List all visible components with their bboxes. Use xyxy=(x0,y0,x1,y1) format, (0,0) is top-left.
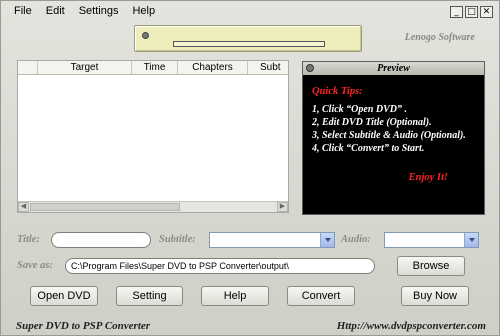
browse-button[interactable]: Browse xyxy=(397,256,465,276)
footer-app-name: Super DVD to PSP Converter xyxy=(16,320,151,332)
column-header-subtitle[interactable]: Subt xyxy=(248,61,288,74)
menu-file[interactable]: File xyxy=(9,5,41,17)
menu-edit[interactable]: Edit xyxy=(41,5,74,17)
column-header-chapters[interactable]: Chapters xyxy=(178,61,248,74)
title-input[interactable] xyxy=(51,232,151,248)
title-label: Title: xyxy=(17,234,40,245)
minimize-button[interactable]: _ xyxy=(450,6,463,18)
preview-title: Preview xyxy=(377,63,410,74)
subtitle-select[interactable] xyxy=(209,232,335,248)
help-button[interactable]: Help xyxy=(201,286,269,306)
column-header-select[interactable] xyxy=(18,61,38,74)
tip-item: 4, Click “Convert” to Start. xyxy=(312,143,425,154)
audio-select[interactable] xyxy=(384,232,479,248)
tips-title: Quick Tips: xyxy=(312,86,363,97)
menu-settings[interactable]: Settings xyxy=(74,5,128,17)
audio-label: Audio: xyxy=(341,234,371,245)
scroll-left-icon[interactable]: ◀ xyxy=(18,202,29,212)
maximize-button[interactable]: □ xyxy=(465,6,478,18)
convert-button[interactable]: Convert xyxy=(287,286,355,306)
scroll-right-icon[interactable]: ▶ xyxy=(277,202,288,212)
tip-item: 2, Edit DVD Title (Optional). xyxy=(312,117,432,128)
title-list[interactable]: Target Time Chapters Subt ◀ ▶ xyxy=(17,60,289,213)
column-header-target[interactable]: Target xyxy=(38,61,132,74)
list-header: Target Time Chapters Subt xyxy=(18,61,288,75)
status-display xyxy=(134,25,362,52)
menu-bar: File Edit Settings Help xyxy=(1,1,500,21)
preview-panel: Preview Quick Tips: 1, Click “Open DVD” … xyxy=(302,61,485,215)
buy-now-button[interactable]: Buy Now xyxy=(401,286,469,306)
tips-enjoy: Enjoy It! xyxy=(408,172,448,183)
disc-icon xyxy=(142,32,149,39)
close-button[interactable]: ✕ xyxy=(480,6,493,18)
subtitle-label: Subtitle: xyxy=(159,234,196,245)
open-dvd-button[interactable]: Open DVD xyxy=(30,286,98,306)
saveas-label: Save as: xyxy=(17,260,53,271)
footer-website-link[interactable]: Http://www.dvdpspconverter.com xyxy=(337,320,486,332)
chevron-down-icon[interactable] xyxy=(464,233,478,247)
scrollbar-thumb[interactable] xyxy=(30,203,180,211)
setting-button[interactable]: Setting xyxy=(116,286,183,306)
quick-tips: Quick Tips: 1, Click “Open DVD” . 2, Edi… xyxy=(303,75,484,184)
chevron-down-icon[interactable] xyxy=(320,233,334,247)
preview-titlebar: Preview xyxy=(303,62,484,75)
tip-item: 3, Select Subtitle & Audio (Optional). xyxy=(312,130,466,141)
horizontal-scrollbar[interactable]: ◀ ▶ xyxy=(18,201,288,212)
menu-help[interactable]: Help xyxy=(127,5,164,17)
tip-item: 1, Click “Open DVD” . xyxy=(312,104,407,115)
column-header-time[interactable]: Time xyxy=(132,61,178,74)
preview-close-icon[interactable] xyxy=(306,64,314,72)
brand-label: Lenogo Software xyxy=(404,32,475,43)
progress-bar xyxy=(173,41,325,47)
window-controls: _ □ ✕ xyxy=(450,6,493,18)
output-path-field[interactable]: C:\Program Files\Super DVD to PSP Conver… xyxy=(65,258,375,274)
app-window: File Edit Settings Help _ □ ✕ Lenogo Sof… xyxy=(0,0,500,336)
